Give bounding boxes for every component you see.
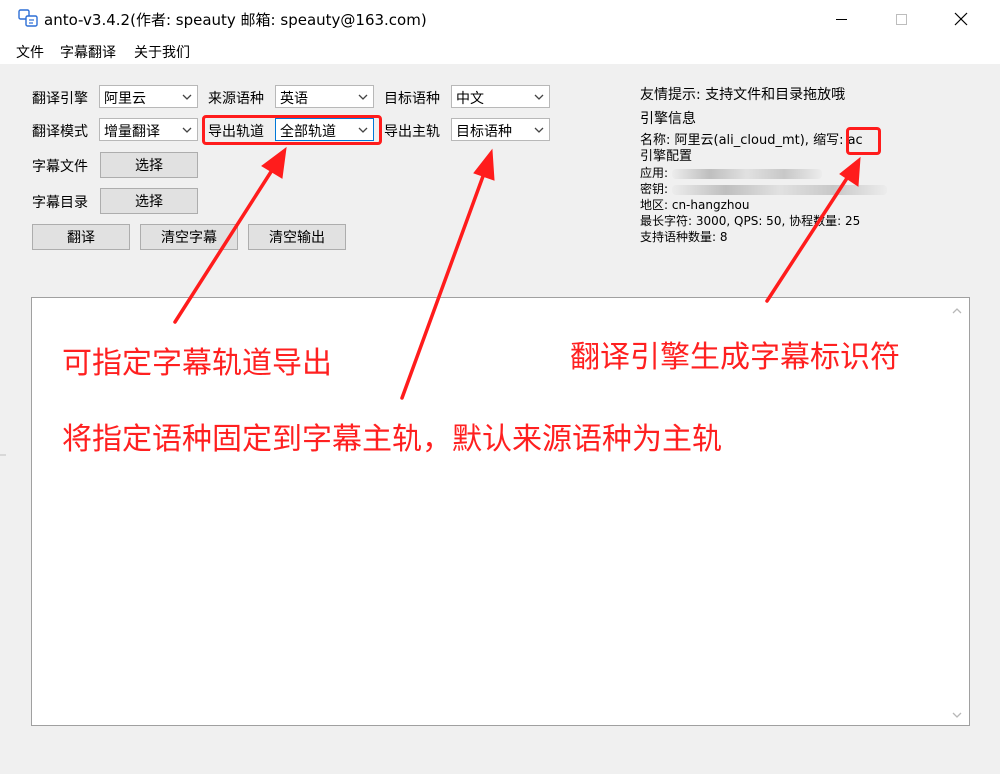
chevron-down-icon	[182, 94, 192, 100]
arrow-head-icon	[261, 146, 287, 179]
minimize-icon	[835, 18, 847, 20]
subtitle-file-label: 字幕文件	[32, 159, 88, 175]
translate-button[interactable]: 翻译	[32, 224, 130, 250]
target-lang-select[interactable]: 中文	[451, 85, 550, 108]
target-lang-select-value: 中文	[456, 91, 484, 107]
window-title: anto-v3.4.2(作者: speauty 邮箱: speauty@163.…	[44, 11, 427, 29]
maximize-icon	[895, 13, 907, 25]
engine-label: 翻译引擎	[32, 91, 88, 107]
arrow-head-icon	[473, 148, 495, 181]
chevron-down-icon	[534, 127, 544, 133]
scroll-up-button[interactable]	[948, 302, 966, 320]
scroll-down-button[interactable]	[948, 706, 966, 724]
lang-count-line: 支持语种数量: 8	[640, 230, 728, 244]
secret-value-redacted	[672, 185, 887, 195]
engine-name-line: 名称: 阿里云(ali_cloud_mt), 缩写: ac	[640, 133, 863, 148]
arrow-head-icon	[839, 156, 861, 187]
engine-select[interactable]: 阿里云	[99, 85, 198, 108]
limits-line: 最长字符: 3000, QPS: 50, 协程数量: 25	[640, 214, 861, 228]
mode-label: 翻译模式	[32, 124, 88, 140]
chevron-down-icon	[182, 127, 192, 133]
tip-text: 友情提示: 支持文件和目录拖放哦	[640, 87, 846, 103]
mode-select[interactable]: 增量翻译	[99, 118, 198, 141]
chevron-up-icon	[952, 308, 962, 314]
chevron-down-icon	[952, 712, 962, 718]
abbreviation-highlight	[846, 127, 881, 155]
background-window-edge	[0, 454, 6, 456]
annotation-identifier-note: 翻译引擎生成字幕标识符	[570, 340, 900, 375]
engine-select-value: 阿里云	[104, 91, 146, 107]
menu-file[interactable]: 文件	[16, 42, 44, 62]
menu-bar: 文件 字幕翻译 关于我们	[0, 38, 1000, 64]
close-button[interactable]	[938, 0, 984, 38]
clear-subtitles-button[interactable]: 清空字幕	[140, 224, 238, 250]
region-line: 地区: cn-hangzhou	[640, 198, 750, 212]
annotation-track-note: 可指定字幕轨道导出	[62, 346, 332, 381]
engine-config-heading: 引擎配置	[640, 149, 693, 164]
clear-output-button[interactable]: 清空输出	[248, 224, 346, 250]
app-icon	[18, 9, 38, 27]
app-value-redacted	[672, 169, 822, 179]
choose-dir-button[interactable]: 选择	[100, 188, 198, 214]
close-icon	[954, 12, 968, 26]
export-track-highlight	[202, 115, 382, 145]
app-label: 应用:	[640, 166, 669, 180]
chevron-down-icon	[534, 94, 544, 100]
menu-about[interactable]: 关于我们	[134, 42, 190, 62]
engine-info-heading: 引擎信息	[640, 111, 696, 127]
export-main-select-value: 目标语种	[456, 124, 512, 140]
annotation-main-track-note: 将指定语种固定到字幕主轨，默认来源语种为主轨	[62, 422, 722, 457]
chevron-down-icon	[358, 94, 368, 100]
subtitle-dir-label: 字幕目录	[32, 195, 88, 211]
source-lang-label: 来源语种	[208, 91, 264, 107]
maximize-button[interactable]	[878, 0, 924, 38]
source-lang-select[interactable]: 英语	[275, 85, 374, 108]
choose-file-button[interactable]: 选择	[100, 152, 198, 178]
title-bar: anto-v3.4.2(作者: speauty 邮箱: speauty@163.…	[0, 0, 1000, 38]
mode-select-value: 增量翻译	[104, 124, 160, 140]
menu-subtitle-translate[interactable]: 字幕翻译	[60, 42, 116, 62]
target-lang-label: 目标语种	[384, 91, 440, 107]
minimize-button[interactable]	[818, 0, 864, 38]
export-main-label: 导出主轨	[384, 124, 440, 140]
source-lang-select-value: 英语	[280, 91, 308, 107]
export-main-select[interactable]: 目标语种	[451, 118, 550, 141]
secret-label: 密钥:	[640, 182, 669, 196]
